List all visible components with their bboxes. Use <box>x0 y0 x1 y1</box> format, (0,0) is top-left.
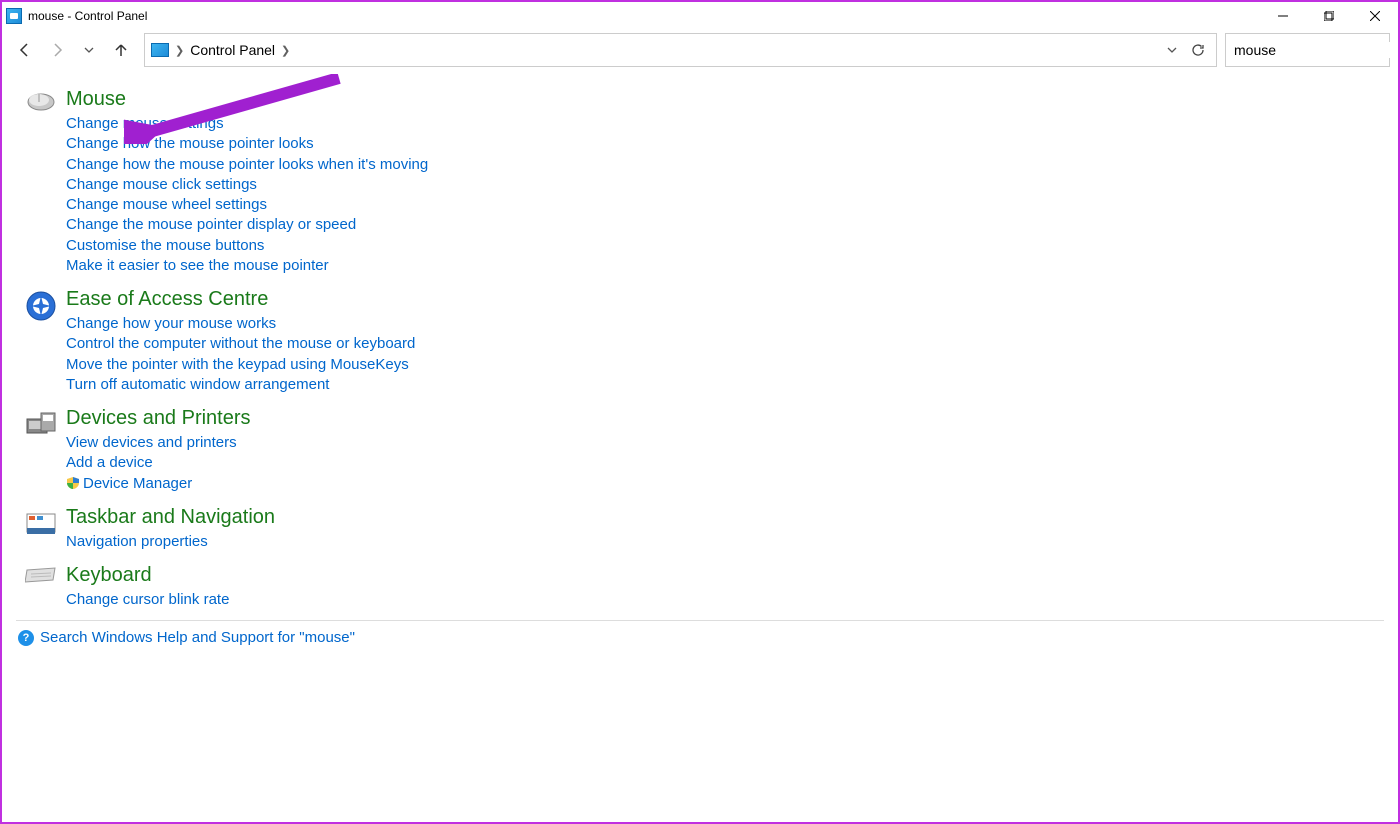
category-title[interactable]: Taskbar and Navigation <box>66 504 1384 530</box>
titlebar: mouse - Control Panel <box>2 2 1398 30</box>
help-icon: ? <box>18 630 34 646</box>
breadcrumb-item[interactable]: Control Panel <box>190 42 275 58</box>
category-title[interactable]: Devices and Printers <box>66 405 1384 431</box>
category-title[interactable]: Ease of Access Centre <box>66 286 1384 312</box>
link-text: Change how your mouse works <box>66 315 276 332</box>
navbar: ❯ Control Panel ❯ ✕ <box>2 30 1398 70</box>
breadcrumb-separator: ❯ <box>175 44 184 57</box>
search-input[interactable] <box>1234 42 1400 58</box>
link-text: Device Manager <box>83 475 192 492</box>
up-button[interactable] <box>106 35 136 65</box>
address-control-panel-icon <box>151 43 169 57</box>
link[interactable]: Customise the mouse buttons <box>66 236 1384 256</box>
link[interactable]: Change how the mouse pointer looks <box>66 134 1384 154</box>
recent-dropdown[interactable] <box>74 35 104 65</box>
chevron-down-icon[interactable] <box>1166 44 1178 56</box>
link-text: Change mouse click settings <box>66 176 257 193</box>
link[interactable]: Change mouse settings <box>66 114 1384 134</box>
link[interactable]: Turn off automatic window arrangement <box>66 375 1384 395</box>
window: mouse - Control Panel ❯ <box>0 0 1400 824</box>
link[interactable]: Move the pointer with the keypad using M… <box>66 355 1384 375</box>
link[interactable]: Device Manager <box>66 474 1384 494</box>
link-text: Change cursor blink rate <box>66 591 229 608</box>
category-body: Keyboard Change cursor blink rate <box>66 562 1384 610</box>
minimize-button[interactable] <box>1260 2 1306 30</box>
mouse-icon <box>16 86 66 276</box>
category-body: Ease of Access Centre Change how your mou… <box>66 286 1384 395</box>
link-text: Turn off automatic window arrangement <box>66 376 329 393</box>
search-box[interactable]: ✕ <box>1225 33 1390 67</box>
keyboard-icon <box>16 562 66 610</box>
close-button[interactable] <box>1352 2 1398 30</box>
link-text: Change how the mouse pointer looks when … <box>66 156 428 173</box>
link[interactable]: Change cursor blink rate <box>66 590 1384 610</box>
link[interactable]: Add a device <box>66 453 1384 473</box>
back-arrow-icon <box>17 42 33 58</box>
address-bar-right <box>1166 42 1210 58</box>
link[interactable]: Change mouse wheel settings <box>66 195 1384 215</box>
ease-icon <box>16 286 66 395</box>
link-text: Customise the mouse buttons <box>66 237 264 254</box>
help-row: ? Search Windows Help and Support for "m… <box>16 629 1384 646</box>
link[interactable]: Make it easier to see the mouse pointer <box>66 256 1384 276</box>
forward-button[interactable] <box>42 35 72 65</box>
link[interactable]: Change the mouse pointer display or spee… <box>66 215 1384 235</box>
category: Ease of Access Centre Change how your mou… <box>16 286 1384 395</box>
control-panel-icon <box>6 8 22 24</box>
link-text: Change the mouse pointer display or spee… <box>66 216 356 233</box>
link[interactable]: View devices and printers <box>66 433 1384 453</box>
link-text: Change how the mouse pointer looks <box>66 135 314 152</box>
minimize-icon <box>1278 11 1288 21</box>
link-text: Move the pointer with the keypad using M… <box>66 356 409 373</box>
chevron-down-icon <box>84 45 94 55</box>
link-text: Navigation properties <box>66 533 208 550</box>
link[interactable]: Change how the mouse pointer looks when … <box>66 155 1384 175</box>
content: Mouse Change mouse settings Change how the… <box>2 70 1398 822</box>
category-body: Devices and Printers View devices and pri… <box>66 405 1384 494</box>
window-title: mouse - Control Panel <box>28 9 147 23</box>
devices-icon <box>16 405 66 494</box>
window-controls <box>1260 2 1398 30</box>
link[interactable]: Control the computer without the mouse o… <box>66 334 1384 354</box>
link-text: Change mouse settings <box>66 115 224 132</box>
link[interactable]: Change mouse click settings <box>66 175 1384 195</box>
category-body: Mouse Change mouse settings Change how the… <box>66 86 1384 276</box>
maximize-button[interactable] <box>1306 2 1352 30</box>
link-text: View devices and printers <box>66 434 237 451</box>
help-link[interactable]: Search Windows Help and Support for "mou… <box>40 629 355 646</box>
shield-icon <box>66 476 80 490</box>
link-text: Make it easier to see the mouse pointer <box>66 257 329 274</box>
refresh-icon[interactable] <box>1190 42 1206 58</box>
category: Keyboard Change cursor blink rate <box>16 562 1384 610</box>
category: Devices and Printers View devices and pri… <box>16 405 1384 494</box>
forward-arrow-icon <box>49 42 65 58</box>
link[interactable]: Navigation properties <box>66 532 1384 552</box>
link-text: Change mouse wheel settings <box>66 196 267 213</box>
category-title[interactable]: Keyboard <box>66 562 1384 588</box>
category-title[interactable]: Mouse <box>66 86 1384 112</box>
link-text: Add a device <box>66 454 153 471</box>
divider <box>16 620 1384 621</box>
maximize-icon <box>1324 11 1334 21</box>
category-body: Taskbar and Navigation Navigation propert… <box>66 504 1384 552</box>
category: Taskbar and Navigation Navigation propert… <box>16 504 1384 552</box>
link-text: Control the computer without the mouse o… <box>66 335 415 352</box>
address-bar[interactable]: ❯ Control Panel ❯ <box>144 33 1217 67</box>
back-button[interactable] <box>10 35 40 65</box>
breadcrumb-separator: ❯ <box>281 44 290 57</box>
taskbar-icon <box>16 504 66 552</box>
link[interactable]: Change how your mouse works <box>66 314 1384 334</box>
up-arrow-icon <box>113 42 129 58</box>
category: Mouse Change mouse settings Change how the… <box>16 86 1384 276</box>
close-icon <box>1370 11 1380 21</box>
